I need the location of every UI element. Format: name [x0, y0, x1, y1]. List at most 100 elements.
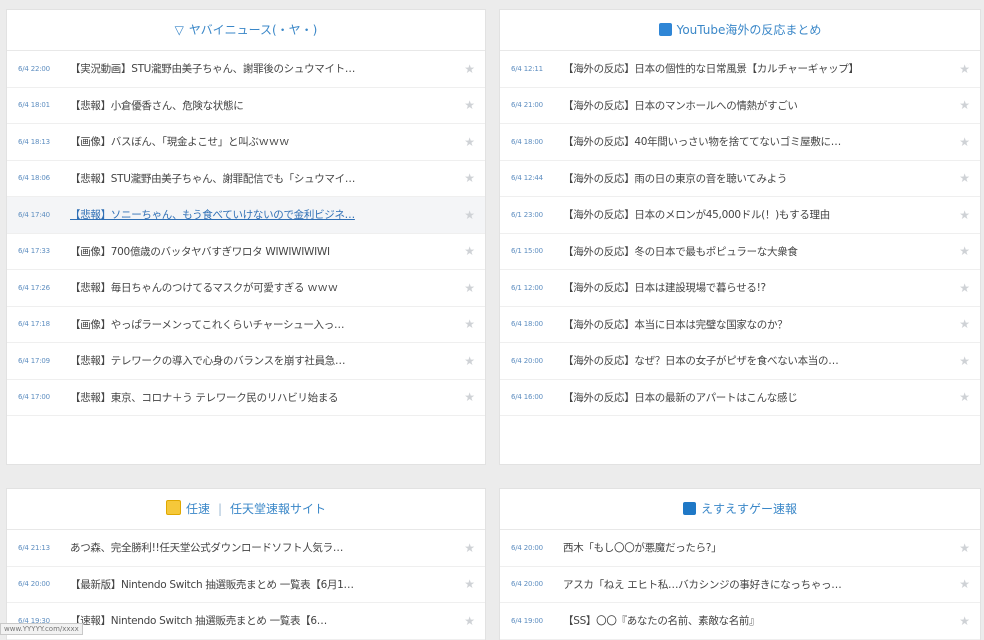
star-icon[interactable]: ★	[954, 390, 970, 404]
panel-subtitle[interactable]: 任天堂速報サイト	[230, 502, 326, 516]
star-icon[interactable]: ★	[459, 317, 475, 331]
article-row[interactable]: 6/4 17:09 【悲報】テレワークの導入で心身のバランスを崩す社員急… ★	[7, 343, 485, 380]
star-icon[interactable]: ★	[459, 244, 475, 258]
article-title-link[interactable]: 【海外の反応】日本の個性的な日常風景【カルチャーギャップ】	[563, 61, 954, 76]
article-row[interactable]: 6/4 18:06 【悲報】STU瀧野由美子ちゃん、謝罪配信でも「シュウマイ… ★	[7, 161, 485, 197]
article-title-link[interactable]: 【海外の反応】雨の日の東京の音を聴いてみよう	[563, 171, 954, 186]
star-icon[interactable]: ★	[459, 614, 475, 628]
panel-title[interactable]: ヤバイニュース(・ヤ・)	[189, 23, 318, 37]
article-row[interactable]: 6/4 18:13 【画像】バスぼん、「現金よこせ」と叫ぶｗｗｗ ★	[7, 124, 485, 161]
article-title-link[interactable]: 【悲報】毎日ちゃんのつけてるマスクが可愛すぎる ｗｗｗ	[70, 280, 459, 295]
star-icon[interactable]: ★	[459, 135, 475, 149]
article-row[interactable]: 6/1 12:00 【海外の反応】日本は建設現場で暮らせる!? ★	[500, 270, 980, 307]
star-icon[interactable]: ★	[954, 244, 970, 258]
article-title-link[interactable]: 【海外の反応】日本の最新のアパートはこんな感じ	[563, 390, 954, 405]
article-row[interactable]: 6/4 22:00 【実況動画】STU瀧野由美子ちゃん、謝罪後のシュウマイト… ★	[7, 51, 485, 88]
article-title-link[interactable]: 【画像】700億歳のバッタヤバすぎワロタ WIWIWIWIWI	[70, 244, 459, 259]
star-icon[interactable]: ★	[954, 171, 970, 185]
article-title-link[interactable]: 【海外の反応】冬の日本で最もポピュラーな大衆食	[563, 244, 954, 259]
star-icon[interactable]: ★	[954, 98, 970, 112]
article-title-link[interactable]: アスカ「ねえ エヒト私…バカシンジの事好きになっちゃっ…	[563, 577, 954, 592]
article-time: 6/4 22:00	[18, 64, 50, 73]
article-row[interactable]: 6/4 17:00 【悲報】東京、コロナ＋う テレワーク民のリハビリ始まる ★	[7, 380, 485, 416]
star-icon[interactable]: ★	[954, 614, 970, 628]
article-title-link[interactable]: 【海外の反応】本当に日本は完璧な国家なのか？	[563, 317, 954, 332]
star-icon[interactable]: ★	[954, 541, 970, 555]
article-time: 6/4 18:00	[511, 137, 543, 146]
article-row[interactable]: 6/4 18:00 【海外の反応】40年間いっさい物を捨ててないゴミ屋敷に… ★	[500, 124, 980, 161]
article-time: 6/4 12:11	[511, 64, 543, 73]
star-icon[interactable]: ★	[459, 171, 475, 185]
article-row[interactable]: 6/4 21:00 【海外の反応】日本のマンホールへの情熱がすごい ★	[500, 88, 980, 124]
panel-header[interactable]: 任速 | 任天堂速報サイト	[7, 489, 485, 530]
article-row[interactable]: 6/4 20:00 アスカ「ねえ エヒト私…バカシンジの事好きになっちゃっ… ★	[500, 567, 980, 603]
article-title-link[interactable]: 【画像】やっぱラーメンってこれくらいチャーシュー入っ…	[70, 317, 459, 332]
star-icon[interactable]: ★	[459, 62, 475, 76]
panel-title[interactable]: YouTube海外の反応まとめ	[677, 23, 822, 37]
star-icon[interactable]: ★	[459, 281, 475, 295]
article-title-link[interactable]: 【悲報】テレワークの導入で心身のバランスを崩す社員急…	[70, 353, 459, 368]
article-title-link[interactable]: 【悲報】小倉優香さん、危険な状態に	[70, 98, 459, 113]
article-title-link[interactable]: 【実況動画】STU瀧野由美子ちゃん、謝罪後のシュウマイト…	[70, 61, 459, 76]
article-time: 6/4 18:01	[18, 101, 50, 110]
article-row[interactable]: 6/4 18:00 【海外の反応】本当に日本は完璧な国家なのか？ ★	[500, 307, 980, 343]
panel-title[interactable]: えすえすゲー速報	[701, 502, 797, 516]
article-time: 6/4 20:00	[511, 580, 543, 589]
article-title-link[interactable]: 【海外の反応】なぜ？日本の女子がピザを食べない本当の…	[563, 353, 954, 368]
article-row[interactable]: 6/1 23:00 【海外の反応】日本のメロンが45,000ドル(！)もする理由 ★	[500, 197, 980, 234]
article-time: 6/4 19:00	[511, 616, 543, 625]
article-time: 6/1 12:00	[511, 283, 543, 292]
article-title-link[interactable]: 【海外の反応】40年間いっさい物を捨ててないゴミ屋敷に…	[563, 134, 954, 149]
article-row[interactable]: 6/4 17:40 【悲報】ソニーちゃん、もう食べていけないので金利ビジネ… ★	[7, 197, 485, 234]
article-row[interactable]: 6/4 12:11 【海外の反応】日本の個性的な日常風景【カルチャーギャップ】 ★	[500, 51, 980, 88]
star-icon[interactable]: ★	[459, 541, 475, 555]
article-title-link[interactable]: 【画像】バスぼん、「現金よこせ」と叫ぶｗｗｗ	[70, 134, 459, 149]
star-icon[interactable]: ★	[459, 208, 475, 222]
article-time: 6/4 20:00	[511, 543, 543, 552]
article-title-link[interactable]: 【海外の反応】日本は建設現場で暮らせる!?	[563, 280, 954, 295]
panel-header[interactable]: YouTube海外の反応まとめ	[500, 10, 980, 51]
star-icon[interactable]: ★	[954, 208, 970, 222]
article-row[interactable]: 6/4 20:00 【最新版】Nintendo Switch 抽選販売まとめ 一覧…	[7, 567, 485, 603]
panel-title[interactable]: 任速	[186, 502, 210, 516]
star-icon[interactable]: ★	[954, 354, 970, 368]
panel-header[interactable]: えすえすゲー速報	[500, 489, 980, 530]
article-time: 6/4 17:18	[18, 320, 50, 329]
article-row[interactable]: 6/4 21:13 あつ森、完全勝利!!任天堂公式ダウンロードソフト人気ラ… ★	[7, 530, 485, 567]
article-time: 6/1 23:00	[511, 210, 543, 219]
article-row[interactable]: 6/1 15:00 【海外の反応】冬の日本で最もポピュラーな大衆食 ★	[500, 234, 980, 270]
article-row[interactable]: 6/4 20:00 【海外の反応】なぜ？日本の女子がピザを食べない本当の… ★	[500, 343, 980, 380]
article-title-link[interactable]: 【海外の反応】日本のメロンが45,000ドル(！)もする理由	[563, 207, 954, 222]
star-icon[interactable]: ★	[954, 135, 970, 149]
article-time: 6/4 12:44	[511, 174, 543, 183]
star-icon[interactable]: ★	[954, 281, 970, 295]
article-row[interactable]: 6/4 18:01 【悲報】小倉優香さん、危険な状態に ★	[7, 88, 485, 124]
panel-header[interactable]: ▽ ヤバイニュース(・ヤ・)	[7, 10, 485, 51]
article-title-link[interactable]: あつ森、完全勝利!!任天堂公式ダウンロードソフト人気ラ…	[70, 540, 459, 555]
article-title-link[interactable]: 西木「もし〇〇が悪魔だったら?」	[563, 540, 954, 555]
star-icon[interactable]: ★	[954, 62, 970, 76]
article-row[interactable]: 6/4 17:18 【画像】やっぱラーメンってこれくらいチャーシュー入っ… ★	[7, 307, 485, 343]
article-time: 6/4 21:13	[18, 543, 50, 552]
article-title-link[interactable]: 【速報】Nintendo Switch 抽選販売まとめ 一覧表【6…	[70, 613, 459, 628]
star-icon[interactable]: ★	[459, 98, 475, 112]
star-icon[interactable]: ★	[954, 577, 970, 591]
star-icon[interactable]: ★	[954, 317, 970, 331]
article-row[interactable]: 6/4 16:00 【海外の反応】日本の最新のアパートはこんな感じ ★	[500, 380, 980, 416]
article-time: 6/1 15:00	[511, 247, 543, 256]
article-title-link[interactable]: 【最新版】Nintendo Switch 抽選販売まとめ 一覧表【6月1…	[70, 577, 459, 592]
article-row[interactable]: 6/4 12:44 【海外の反応】雨の日の東京の音を聴いてみよう ★	[500, 161, 980, 197]
article-title-link[interactable]: 【悲報】STU瀧野由美子ちゃん、謝罪配信でも「シュウマイ…	[70, 171, 459, 186]
article-title-link[interactable]: 【SS】〇〇『あなたの名前、素敵な名前』	[563, 613, 954, 628]
star-icon[interactable]: ★	[459, 390, 475, 404]
article-row[interactable]: 6/4 20:00 西木「もし〇〇が悪魔だったら?」 ★	[500, 530, 980, 567]
article-time: 6/4 17:00	[18, 393, 50, 402]
article-title-link[interactable]: 【悲報】ソニーちゃん、もう食べていけないので金利ビジネ…	[70, 207, 459, 222]
article-row[interactable]: 6/4 19:00 【SS】〇〇『あなたの名前、素敵な名前』 ★	[500, 603, 980, 640]
article-row[interactable]: 6/4 17:33 【画像】700億歳のバッタヤバすぎワロタ WIWIWIWIWI…	[7, 234, 485, 270]
article-title-link[interactable]: 【海外の反応】日本のマンホールへの情熱がすごい	[563, 98, 954, 113]
article-row[interactable]: 6/4 17:26 【悲報】毎日ちゃんのつけてるマスクが可愛すぎる ｗｗｗ ★	[7, 270, 485, 307]
star-icon[interactable]: ★	[459, 354, 475, 368]
star-icon[interactable]: ★	[459, 577, 475, 591]
article-title-link[interactable]: 【悲報】東京、コロナ＋う テレワーク民のリハビリ始まる	[70, 390, 459, 405]
